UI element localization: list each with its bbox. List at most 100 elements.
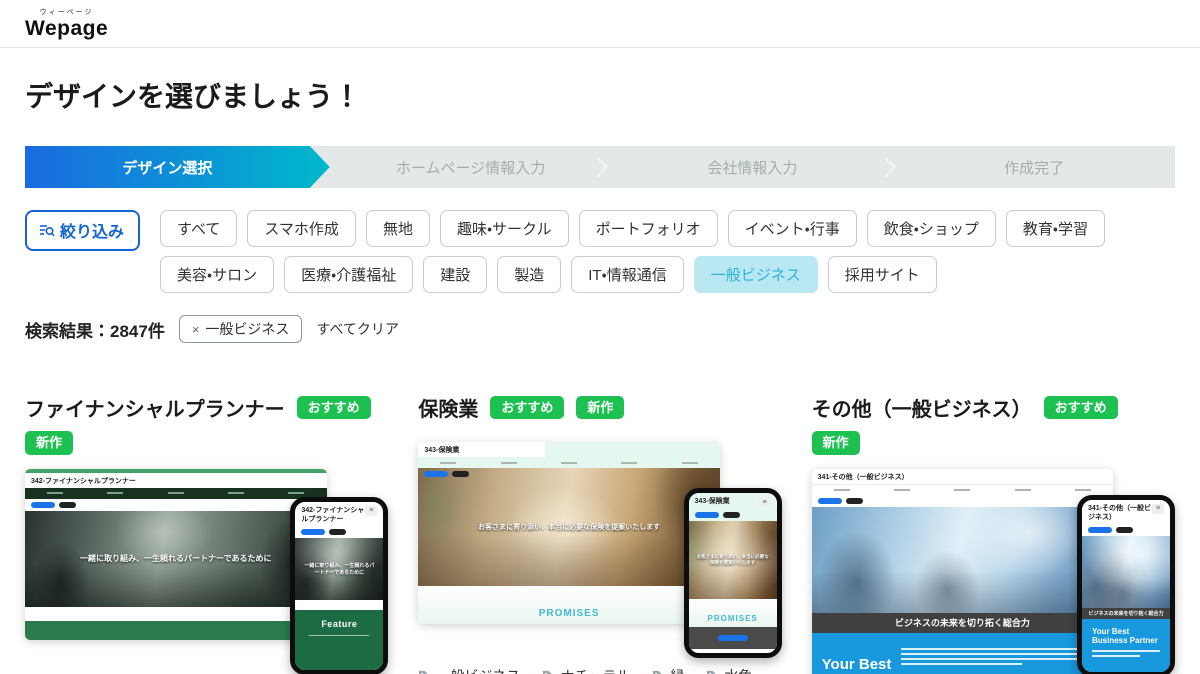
design-preview[interactable]: 343-保険業 お客さまに寄り添い、本当に必要な保険を提案いたします PROMI…	[418, 442, 781, 658]
mock-promises-section: PROMISES	[418, 586, 720, 624]
mock-hero-image: お客さまに寄り添い、本当に必要な保険を提案いたします	[418, 468, 720, 586]
design-card-financial-planner[interactable]: ファイナンシャルプランナー おすすめ 新作 342-ファイナンシャルプランナー	[25, 393, 388, 674]
mock-blue-heading: Your Best Business Partner	[1092, 627, 1160, 645]
mock-hero-image: 一緒に取り組み、一生頼れるパートナーであるために	[25, 511, 327, 607]
new-badge: 新作	[812, 431, 860, 455]
design-card-grid: ファイナンシャルプランナー おすすめ 新作 342-ファイナンシャルプランナー	[25, 393, 1175, 674]
chip-general-business[interactable]: 一般ビジネス	[694, 256, 818, 293]
chip-hobby-circle[interactable]: 趣味・サークル	[440, 210, 569, 247]
results-count-label: 検索結果：2847件	[25, 317, 165, 342]
phone-mockup: 343-保険業 ≡ お客さまに寄り添い、本当に必要な保険を提案いたします PRO…	[684, 488, 782, 658]
refine-filter-button[interactable]: 絞り込み	[25, 210, 140, 251]
mock-share-pill	[818, 498, 842, 504]
mock-tweet-pill	[846, 498, 863, 504]
tag-green[interactable]: 緑	[652, 666, 684, 674]
mock-tweet-pill	[1116, 527, 1133, 533]
refine-filter-label: 絞り込み	[60, 218, 124, 242]
tag-icon	[706, 670, 719, 674]
chip-education[interactable]: 教育・学習	[1006, 210, 1105, 247]
tag-icon	[652, 670, 665, 674]
mock-feature-button	[338, 650, 341, 658]
phone-mockup: 342-ファイナンシャルプランナー ≡ 一緒に取り組み、一生頼れるパートナーであ…	[290, 497, 388, 674]
mock-share-pill	[424, 471, 448, 477]
step-homepage-info: ホームページ情報入力	[330, 146, 612, 188]
mock-paragraph-lines	[901, 641, 1103, 673]
mock-hero-text: 一緒に取り組み、一生頼れるパートナーであるために	[295, 562, 383, 576]
mock-blue-heading: Your Best	[822, 656, 892, 673]
chip-recruit-site[interactable]: 採用サイト	[828, 256, 937, 293]
mock-catch-text: ビジネスの未来を切り拓く総合力	[895, 616, 1030, 629]
tag-icon	[542, 670, 555, 674]
design-card-insurance[interactable]: 保険業 おすすめ 新作 343-保険業 お客さまに寄り添い、本当に必要な保険を提…	[418, 393, 781, 674]
mock-share-pill	[695, 512, 719, 518]
recommended-badge: おすすめ	[297, 396, 371, 420]
logo-wordmark: Wepage	[25, 18, 108, 39]
chip-smartphone[interactable]: スマホ作成	[247, 210, 356, 247]
design-select-page: ウィーページ Wepage デザインを選びましょう！ デザイン選択 ホームページ…	[0, 0, 1200, 674]
tag-label: 水色	[724, 666, 752, 674]
chip-all[interactable]: すべて	[160, 210, 237, 247]
chip-plain[interactable]: 無地	[366, 210, 430, 247]
tag-list: 一般ビジネス ナチュラル 緑 水色	[418, 666, 781, 674]
design-preview[interactable]: 342-ファイナンシャルプランナー 一緒に取り組み、一生頼れるパートナーであるた…	[25, 469, 388, 674]
mock-catch-band: ビジネスの未来を切り拓く総合力	[812, 613, 1114, 633]
chip-food-shop[interactable]: 飲食・ショップ	[867, 210, 996, 247]
chip-beauty-salon[interactable]: 美容・サロン	[160, 256, 274, 293]
hamburger-icon: ≡	[759, 497, 771, 507]
new-badge: 新作	[25, 431, 73, 455]
mock-hero-text: お客さまに寄り添い、本当に必要な保険を提案いたします	[470, 522, 668, 532]
mock-hero-text: 一緒に取り組み、一生頼れるパートナーであるために	[72, 553, 279, 564]
mock-site-title: 343-保険業	[424, 446, 459, 455]
mock-hero-image: お客さまに寄り添い、本当に必要な保険を提案いたします	[689, 521, 777, 599]
chip-event[interactable]: イベント・行事	[728, 210, 857, 247]
mock-hero-image	[812, 507, 1114, 613]
desktop-mockup: 341-その他（一般ビジネス） ビジネスの未来を切り拓く総合力 Your Bes…	[812, 469, 1114, 674]
active-filter-chip[interactable]: × 一般ビジネス	[179, 315, 303, 343]
tag-label: 緑	[670, 666, 684, 674]
tag-icon	[418, 670, 431, 674]
mock-footer-section	[689, 627, 777, 649]
page-title: デザインを選びましょう！	[25, 75, 1175, 115]
mock-tweet-pill	[329, 529, 346, 535]
mock-share-pill	[301, 529, 325, 535]
remove-filter-icon: ×	[192, 322, 200, 337]
tag-lightblue[interactable]: 水色	[706, 666, 752, 674]
card-title: ファイナンシャルプランナー	[25, 393, 285, 422]
mock-blue-section: Your Best Business Partner	[1082, 619, 1170, 674]
design-preview[interactable]: 341-その他（一般ビジネス） ビジネスの未来を切り拓く総合力 Your Bes…	[812, 469, 1175, 674]
step-complete: 作成完了	[893, 146, 1175, 188]
mock-footer-button	[718, 635, 748, 641]
phone-mockup: 341-その他（一般ビジネス） ≡ ビジネスの未来を切り拓く総合力 Your B…	[1077, 495, 1175, 674]
chip-medical-care[interactable]: 医療・介護福祉	[284, 256, 413, 293]
desktop-mockup: 342-ファイナンシャルプランナー 一緒に取り組み、一生頼れるパートナーであるた…	[25, 469, 327, 640]
mock-blue-section: Your Best	[812, 633, 1114, 674]
mock-tweet-pill	[723, 512, 740, 518]
mock-footer-band	[25, 621, 327, 640]
progress-steps: デザイン選択 ホームページ情報入力 会社情報入力 作成完了	[25, 146, 1175, 188]
mock-hero-text: お客さまに寄り添い、本当に必要な保険を提案いたします	[689, 554, 777, 566]
chip-manufacturing[interactable]: 製造	[497, 256, 561, 293]
mock-nav-bar	[812, 484, 1114, 495]
hamburger-icon: ≡	[1152, 504, 1164, 514]
mock-promises-section: PROMISES	[689, 599, 777, 627]
mock-site-title: 342-ファイナンシャルプランナー	[31, 477, 136, 486]
hamburger-icon: ≡	[365, 506, 377, 516]
recommended-badge: おすすめ	[1044, 396, 1118, 420]
mock-site-title: 343-保険業	[695, 497, 730, 506]
chip-it-telecom[interactable]: IT・情報通信	[571, 256, 683, 293]
tag-natural[interactable]: ナチュラル	[542, 666, 630, 674]
tag-general-business[interactable]: 一般ビジネス	[418, 666, 520, 674]
chip-construction[interactable]: 建設	[423, 256, 487, 293]
chip-portfolio[interactable]: ポートフォリオ	[579, 210, 718, 247]
wepage-logo[interactable]: ウィーページ Wepage	[25, 9, 108, 39]
mock-catch-text: ビジネスの未来を切り拓く総合力	[1088, 610, 1163, 617]
mock-feature-section: Feature	[295, 610, 383, 670]
clear-all-link[interactable]: すべてクリア	[316, 319, 398, 339]
design-card-other-general-business[interactable]: その他（一般ビジネス） おすすめ 新作 341-その他（一般ビジネス）	[812, 393, 1175, 674]
mock-tweet-pill	[452, 471, 469, 477]
mock-site-title: 341-その他（一般ビジネス）	[818, 473, 909, 482]
mock-share-pill	[1088, 527, 1112, 533]
category-chips: すべて スマホ作成 無地 趣味・サークル ポートフォリオ イベント・行事 飲食・…	[160, 210, 1155, 293]
card-title: その他（一般ビジネス）	[812, 393, 1032, 422]
main-content: デザインを選びましょう！ デザイン選択 ホームページ情報入力 会社情報入力 作成…	[0, 75, 1200, 674]
